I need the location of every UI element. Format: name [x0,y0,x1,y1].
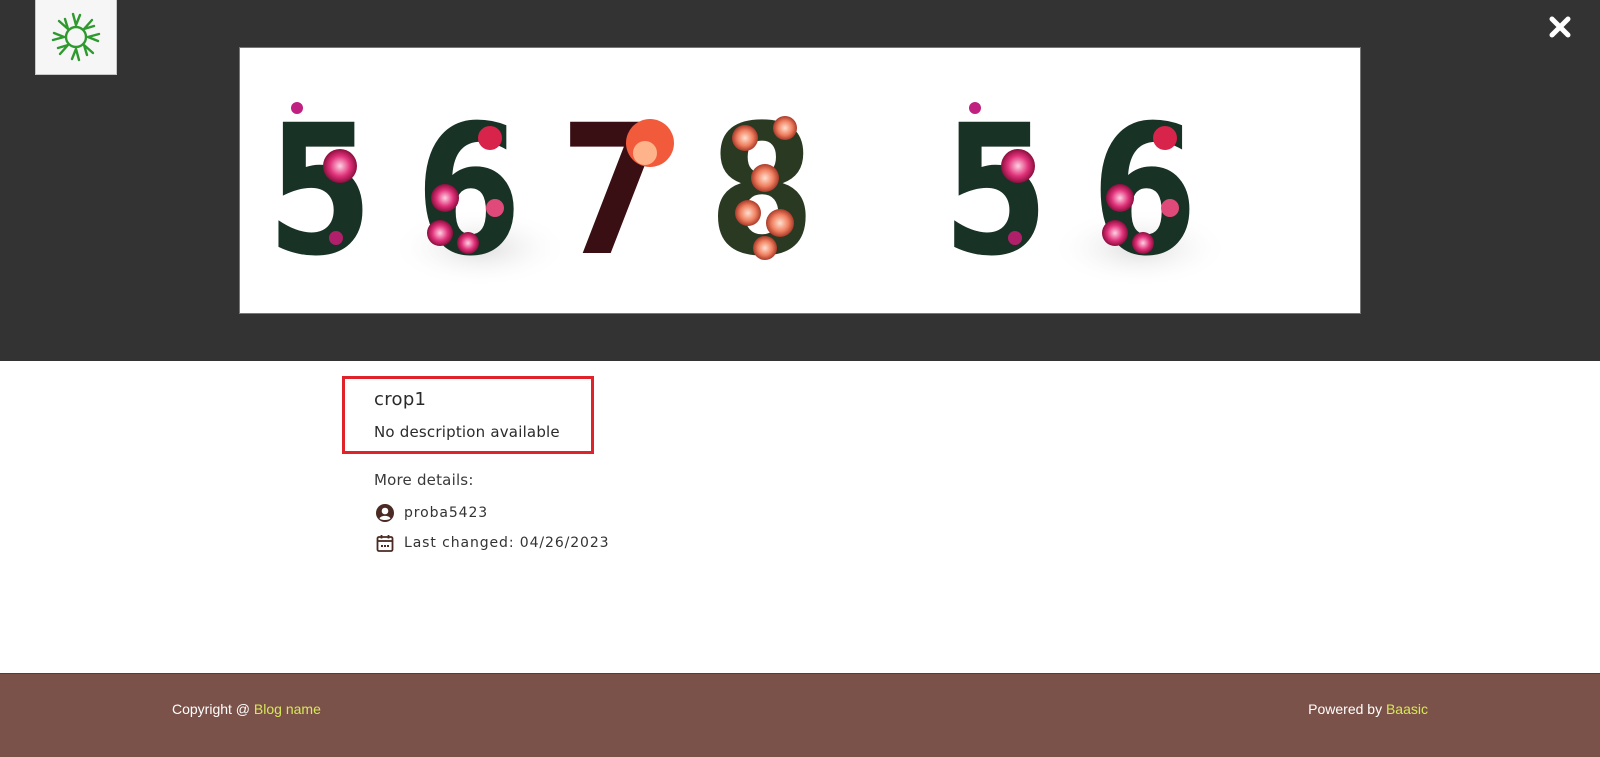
digit-5b: 5 [942,87,1048,296]
item-description: No description available [374,423,560,441]
more-details-heading: More details: [374,471,474,489]
image-viewer-header: 5 6 7 8 5 6 [0,0,1600,361]
user-icon [374,502,396,524]
digit-7: 7 [560,87,666,296]
sun-logo-icon [51,12,101,62]
author-name: proba5423 [404,505,489,521]
floral-digits-image: 5 6 7 8 5 6 [267,87,1230,296]
copyright-text: Copyright @ [172,701,254,717]
close-button[interactable] [1545,12,1575,42]
blog-name-link[interactable]: Blog name [254,701,321,717]
calendar-icon [374,532,396,554]
footer-copyright: Copyright @ Blog name [172,701,321,717]
preview-image: 5 6 7 8 5 6 [239,47,1361,314]
digit-6a: 6 [415,87,521,296]
site-logo[interactable] [35,0,117,75]
footer-powered-by: Powered by Baasic [1308,701,1428,717]
author-row: proba5423 [374,502,488,524]
last-changed-row: Last changed: 04/26/2023 [374,532,609,554]
digit-5a: 5 [267,87,373,296]
highlight-box [342,376,594,454]
last-changed-text: Last changed: 04/26/2023 [404,535,610,551]
item-title: crop1 [374,389,427,410]
powered-by-text: Powered by [1308,701,1386,717]
baasic-link[interactable]: Baasic [1386,701,1428,717]
close-icon [1549,16,1571,38]
digit-6b: 6 [1091,87,1197,296]
footer: Copyright @ Blog name Powered by Baasic [0,673,1600,757]
